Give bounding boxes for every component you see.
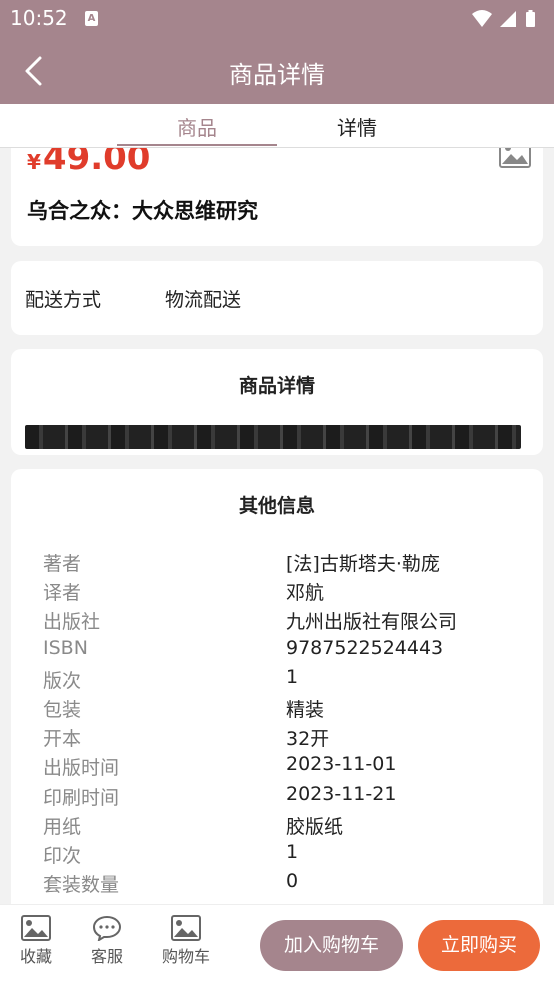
image-icon[interactable] — [499, 148, 531, 172]
bottom-bar: 收藏 客服 购物车 加入购物车 立即购买 — [0, 904, 554, 984]
info-row: 译者 邓航 — [43, 578, 523, 607]
info-key: 印刷时间 — [43, 786, 120, 809]
cart-button[interactable]: 购物车 — [156, 915, 216, 967]
tab-bar: 商品 详情 — [0, 104, 554, 148]
info-value: 邓航 — [286, 582, 325, 605]
favorite-button[interactable]: 收藏 — [6, 915, 66, 967]
info-row: 著者 [法]古斯塔夫·勒庞 — [43, 549, 523, 578]
info-key: 开本 — [43, 728, 82, 751]
signal-icon — [500, 11, 516, 27]
info-row: 用纸 胶版纸 — [43, 812, 523, 841]
other-info-card: 其他信息 著者 [法]古斯塔夫·勒庞 译者 邓航 出版社 九州出版社有限公司 ISBN… — [11, 469, 543, 904]
info-row: 版次 1 — [43, 666, 523, 695]
info-key: 印次 — [43, 844, 82, 867]
info-list: 著者 [法]古斯塔夫·勒庞 译者 邓航 出版社 九州出版社有限公司 ISBN 97875… — [43, 549, 523, 899]
favorite-icon — [21, 915, 51, 941]
tab-goods[interactable]: 商品 — [117, 112, 277, 141]
info-value: 0 — [286, 870, 299, 893]
currency-symbol: ¥ — [27, 150, 41, 174]
favorite-label: 收藏 — [19, 947, 52, 966]
other-info-heading: 其他信息 — [238, 495, 315, 517]
info-value: 9787522524443 — [286, 636, 444, 659]
price-value: 49.00 — [42, 148, 151, 178]
cart-icon — [171, 915, 201, 941]
info-key: 出版时间 — [43, 757, 120, 780]
info-value: 32开 — [286, 728, 330, 751]
info-row: 出版社 九州出版社有限公司 — [43, 607, 523, 636]
info-value: 2023-11-21 — [286, 782, 397, 805]
info-row: ISBN 9787522524443 — [43, 637, 523, 666]
info-key: 版次 — [43, 669, 82, 692]
buy-now-button[interactable]: 立即购买 — [418, 920, 540, 971]
info-key: 译者 — [43, 582, 82, 605]
app-bar: 商品详情 — [0, 38, 554, 104]
info-key: 包装 — [43, 698, 82, 721]
info-value: 胶版纸 — [286, 815, 344, 838]
status-time: 10:52 — [10, 6, 68, 30]
info-key: 著者 — [43, 553, 82, 575]
info-value: 精装 — [286, 698, 325, 721]
info-key: 用纸 — [43, 815, 82, 838]
status-bar: 10:52 A — [0, 0, 554, 38]
delivery-label: 配送方式 — [25, 289, 102, 311]
status-icons — [470, 9, 542, 33]
info-key: ISBN — [43, 636, 88, 659]
detail-heading: 商品详情 — [238, 375, 315, 397]
service-label: 客服 — [90, 947, 123, 966]
redacted-content — [25, 425, 521, 449]
info-key: 套装数量 — [43, 874, 120, 897]
delivery-card: 配送方式 物流配送 — [11, 261, 543, 335]
info-row: 出版时间 2023-11-01 — [43, 753, 523, 782]
delivery-value: 物流配送 — [165, 289, 242, 311]
product-title: 乌合之众：大众思维研究 — [27, 199, 258, 223]
product-price: ¥49.00 — [27, 148, 150, 178]
service-button[interactable]: 客服 — [77, 915, 137, 967]
info-value: 1 — [286, 840, 299, 863]
notification-icon: A — [85, 11, 98, 26]
info-row: 包装 精装 — [43, 695, 523, 724]
add-to-cart-button[interactable]: 加入购物车 — [260, 920, 403, 971]
info-value: 2023-11-01 — [286, 753, 397, 776]
cart-label: 购物车 — [161, 947, 210, 966]
info-key: 出版社 — [43, 611, 101, 634]
wifi-icon — [472, 10, 492, 27]
page-title: 商品详情 — [229, 61, 325, 89]
content-scroll[interactable]: ¥49.00 乌合之众：大众思维研究 配送方式 物流配送 商品详情 其他信息 著… — [0, 148, 554, 904]
battery-icon — [526, 10, 535, 27]
info-row: 套装数量 0 — [43, 870, 523, 899]
price-card: ¥49.00 乌合之众：大众思维研究 — [11, 148, 543, 246]
detail-card: 商品详情 — [11, 349, 543, 455]
info-row: 印刷时间 2023-11-21 — [43, 783, 523, 812]
chat-icon — [92, 915, 122, 941]
tab-indicator — [117, 144, 277, 146]
tab-detail[interactable]: 详情 — [277, 112, 437, 141]
info-row: 开本 32开 — [43, 724, 523, 753]
info-value: 九州出版社有限公司 — [286, 611, 458, 634]
info-row: 印次 1 — [43, 841, 523, 870]
info-value: 1 — [286, 665, 299, 688]
info-value: [法]古斯塔夫·勒庞 — [286, 553, 440, 575]
